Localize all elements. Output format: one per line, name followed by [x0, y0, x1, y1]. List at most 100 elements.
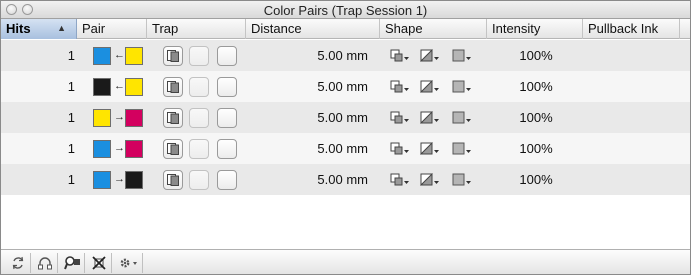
intensity-value[interactable]: 100% [488, 102, 584, 133]
ink-swatch-yellow [93, 109, 111, 127]
end-style-dropdown[interactable] [419, 172, 440, 187]
title-bar[interactable]: Color Pairs (Trap Session 1) [1, 1, 690, 19]
distance-value[interactable]: 5.00 mm [246, 164, 374, 195]
intensity-value[interactable]: 100% [488, 40, 584, 71]
table-row[interactable]: 1 ← 5.00 mm 100% [1, 40, 690, 71]
fill-style-dropdown[interactable] [452, 80, 472, 94]
pullback-ink-value[interactable] [584, 133, 680, 164]
window-title: Color Pairs (Trap Session 1) [263, 3, 428, 18]
column-header-distance[interactable]: Distance [246, 19, 380, 39]
column-header-hits-label: Hits [6, 21, 31, 36]
ink-swatch-magenta [125, 140, 143, 158]
trap-icon [167, 81, 179, 93]
trap-option-box[interactable] [217, 77, 237, 97]
distance-value[interactable]: 5.00 mm [246, 71, 374, 102]
hits-value: 1 [67, 110, 75, 125]
table-row[interactable]: 1 ← 5.00 mm 100% [1, 71, 690, 102]
ink-swatch-cyan [93, 47, 111, 65]
ink-swatch-yellow [125, 78, 143, 96]
pullback-ink-value[interactable] [584, 102, 680, 133]
trap-option-box[interactable] [189, 46, 209, 66]
magnify-pair-icon [64, 256, 80, 270]
join-style-dropdown[interactable] [390, 142, 410, 156]
column-header-pullback-ink[interactable]: Pullback Ink [583, 19, 680, 39]
empty-row [1, 195, 690, 226]
intensity-value[interactable]: 100% [488, 71, 584, 102]
hits-value: 1 [67, 172, 75, 187]
options-menu-button[interactable] [113, 253, 143, 273]
bottom-toolbar [1, 249, 690, 274]
trap-option-box[interactable] [217, 139, 237, 159]
distance-value[interactable]: 5.00 mm [246, 40, 374, 71]
fill-style-dropdown[interactable] [452, 49, 472, 63]
arrow-left-icon: ← [114, 49, 125, 61]
arrow-right-icon: → [114, 111, 125, 123]
trap-option-box[interactable] [189, 139, 209, 159]
trap-option-box[interactable] [217, 108, 237, 128]
trap-type-button[interactable] [163, 108, 183, 128]
end-style-dropdown[interactable] [419, 48, 440, 63]
trap-option-box[interactable] [189, 170, 209, 190]
color-pairs-window: Color Pairs (Trap Session 1) Hits ▲ Pair… [0, 0, 691, 275]
remove-pair-button[interactable] [86, 253, 112, 273]
trap-type-button[interactable] [163, 46, 183, 66]
column-header-trap[interactable]: Trap [147, 19, 246, 39]
trap-type-button[interactable] [163, 170, 183, 190]
trap-icon [167, 174, 179, 186]
table-row[interactable]: 1 → 5.00 mm 100% [1, 102, 690, 133]
distance-value[interactable]: 5.00 mm [246, 102, 374, 133]
column-header-intensity[interactable]: Intensity [487, 19, 583, 39]
column-header-shape[interactable]: Shape [380, 19, 487, 39]
join-style-dropdown[interactable] [390, 49, 410, 63]
intensity-value[interactable]: 100% [488, 133, 584, 164]
join-style-dropdown[interactable] [390, 173, 410, 187]
end-style-dropdown[interactable] [419, 110, 440, 125]
trap-option-box[interactable] [217, 46, 237, 66]
trap-type-button[interactable] [163, 77, 183, 97]
fill-style-dropdown[interactable] [452, 173, 472, 187]
end-style-dropdown[interactable] [419, 141, 440, 156]
fill-style-dropdown[interactable] [452, 111, 472, 125]
pullback-ink-value[interactable] [584, 164, 680, 195]
ink-swatch-cyan [93, 140, 111, 158]
ink-swatch-magenta [125, 109, 143, 127]
hits-value: 1 [67, 79, 75, 94]
trap-option-box[interactable] [189, 108, 209, 128]
trap-option-box[interactable] [189, 77, 209, 97]
pullback-ink-value[interactable] [584, 40, 680, 71]
end-style-dropdown[interactable] [419, 79, 440, 94]
sort-ascending-icon: ▲ [57, 23, 66, 33]
pullback-ink-value[interactable] [584, 71, 680, 102]
join-style-dropdown[interactable] [390, 80, 410, 94]
column-header-pair[interactable]: Pair [77, 19, 147, 39]
trap-icon [167, 112, 179, 124]
trap-type-button[interactable] [163, 139, 183, 159]
link-pair-button[interactable] [32, 253, 58, 273]
refresh-button[interactable] [5, 253, 31, 273]
hits-value: 1 [67, 141, 75, 156]
link-pair-icon [38, 257, 52, 270]
ink-swatch-black [93, 78, 111, 96]
gear-menu-icon [120, 258, 137, 268]
table-row[interactable]: 1 → 5.00 mm 100% [1, 133, 690, 164]
find-pair-button[interactable] [59, 253, 85, 273]
refresh-icon [12, 256, 24, 270]
arrow-left-icon: ← [114, 80, 125, 92]
ink-swatch-yellow [125, 47, 143, 65]
hits-value: 1 [67, 48, 75, 63]
join-style-dropdown[interactable] [390, 111, 410, 125]
trap-icon [167, 50, 179, 62]
distance-value[interactable]: 5.00 mm [246, 133, 374, 164]
table-row[interactable]: 1 → 5.00 mm 100% [1, 164, 690, 195]
column-header-filler [680, 19, 690, 39]
intensity-value[interactable]: 100% [488, 164, 584, 195]
table-header: Hits ▲ Pair Trap Distance Shape Intensit… [1, 19, 690, 39]
ink-swatch-cyan [93, 171, 111, 189]
trap-icon [167, 143, 179, 155]
arrow-right-icon: → [114, 173, 125, 185]
fill-style-dropdown[interactable] [452, 142, 472, 156]
remove-pair-icon [92, 256, 106, 270]
column-header-hits[interactable]: Hits ▲ [1, 19, 77, 39]
trap-option-box[interactable] [217, 170, 237, 190]
ink-swatch-black [125, 171, 143, 189]
